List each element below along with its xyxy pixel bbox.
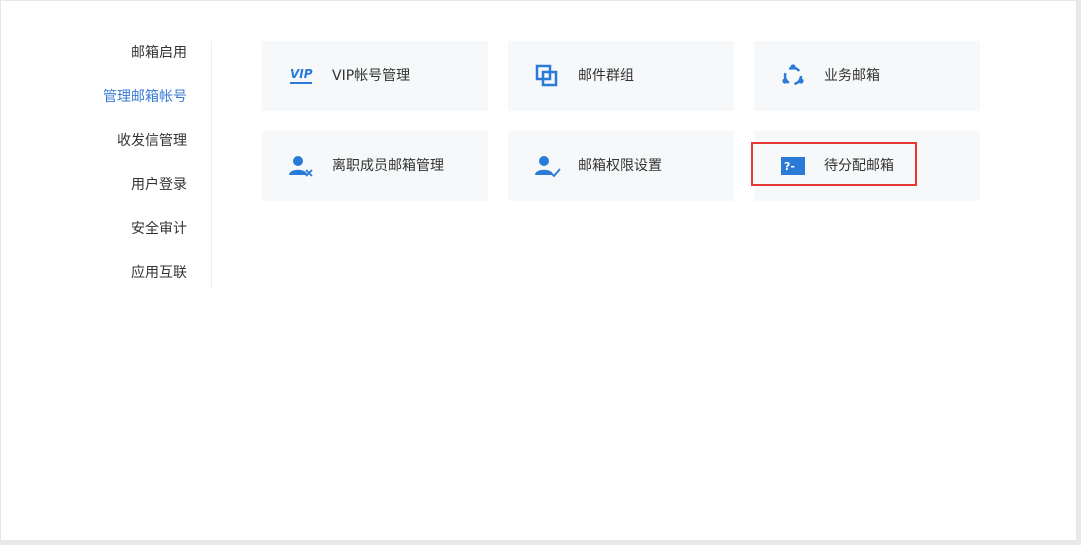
card-label: 业务邮箱: [824, 68, 880, 84]
pending-icon-text: ?-: [784, 160, 795, 173]
card-label: 离职成员邮箱管理: [332, 158, 444, 174]
settings-sidebar: 邮箱启用 管理邮箱帐号 收发信管理 用户登录 安全审计 应用互联: [61, 41, 212, 289]
mailbox-permission-icon: [534, 153, 562, 179]
sidebar-item-user-login[interactable]: 用户登录: [131, 173, 187, 197]
vip-icon-text: VIP: [290, 67, 313, 81]
mail-group-icon: [534, 63, 562, 89]
card-label: 待分配邮箱: [824, 158, 894, 174]
card-vip-accounts[interactable]: VIP VIP帐号管理: [262, 41, 488, 111]
card-label: 邮箱权限设置: [578, 158, 662, 174]
card-departed-members[interactable]: 离职成员邮箱管理: [262, 131, 488, 201]
sidebar-item-send-receive[interactable]: 收发信管理: [117, 129, 187, 153]
sidebar-item-app-integration[interactable]: 应用互联: [131, 261, 187, 285]
card-pending-mailboxes[interactable]: ?- 待分配邮箱: [754, 131, 980, 201]
sidebar-item-mailbox-enable[interactable]: 邮箱启用: [131, 41, 187, 65]
vip-icon: VIP: [288, 63, 316, 89]
card-label: 邮件群组: [578, 68, 634, 84]
card-label: VIP帐号管理: [332, 68, 411, 84]
pending-mailbox-icon: ?-: [780, 153, 808, 179]
business-mailbox-icon: [780, 63, 808, 89]
card-business-mailbox[interactable]: 业务邮箱: [754, 41, 980, 111]
card-mailbox-permissions[interactable]: 邮箱权限设置: [508, 131, 734, 201]
sidebar-item-manage-accounts[interactable]: 管理邮箱帐号: [103, 85, 187, 109]
sidebar-item-security-audit[interactable]: 安全审计: [131, 217, 187, 241]
departed-member-icon: [288, 153, 316, 179]
settings-panel: 邮箱启用 管理邮箱帐号 收发信管理 用户登录 安全审计 应用互联 VIP VIP…: [0, 0, 1077, 541]
card-mail-groups[interactable]: 邮件群组: [508, 41, 734, 111]
